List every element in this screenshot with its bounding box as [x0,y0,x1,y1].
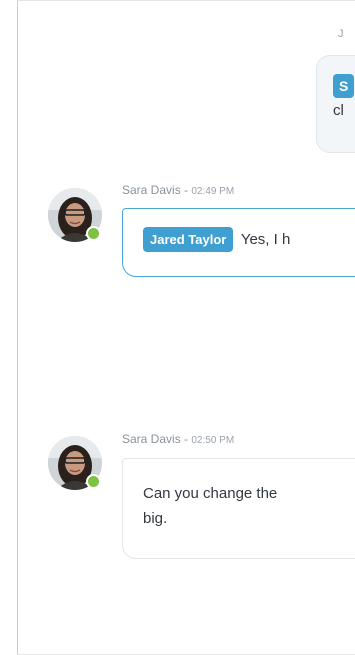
message-text: Yes, I h [240,231,291,248]
message-text-line-1: Can you change the [143,485,278,502]
message-text-line-2: big. [143,510,168,527]
online-status-icon [86,226,101,241]
online-status-icon [86,474,101,489]
message-meta: Sara Davis - 02:49 PM [122,183,234,197]
message-bubble[interactable]: Can you change the big. [122,458,355,559]
outgoing-message-bubble[interactable]: S cl [316,55,355,153]
panel-border-top [17,0,355,1]
sender-avatar[interactable] [48,188,102,242]
outgoing-mention-tag[interactable]: S [333,74,355,98]
message-author: Sara Davis [122,432,181,446]
outgoing-message-text: cl [333,102,344,119]
chat-panel: J S cl Sara Davis - 02:49 PM Jared Taylo… [0,0,355,655]
mention-tag[interactable]: Jared Taylor [143,227,234,252]
message-time: 02:49 PM [191,186,235,197]
message-author: Sara Davis [122,183,181,197]
meta-separator: - [180,183,192,197]
meta-separator: - [180,432,192,446]
panel-border-left [17,0,18,655]
message-time: 02:50 PM [191,435,235,446]
message-bubble-highlighted[interactable]: Jared Taylor Yes, I h [122,208,355,277]
outgoing-message-meta: J [338,28,344,40]
sender-avatar[interactable] [48,436,102,490]
message-meta: Sara Davis - 02:50 PM [122,432,234,446]
